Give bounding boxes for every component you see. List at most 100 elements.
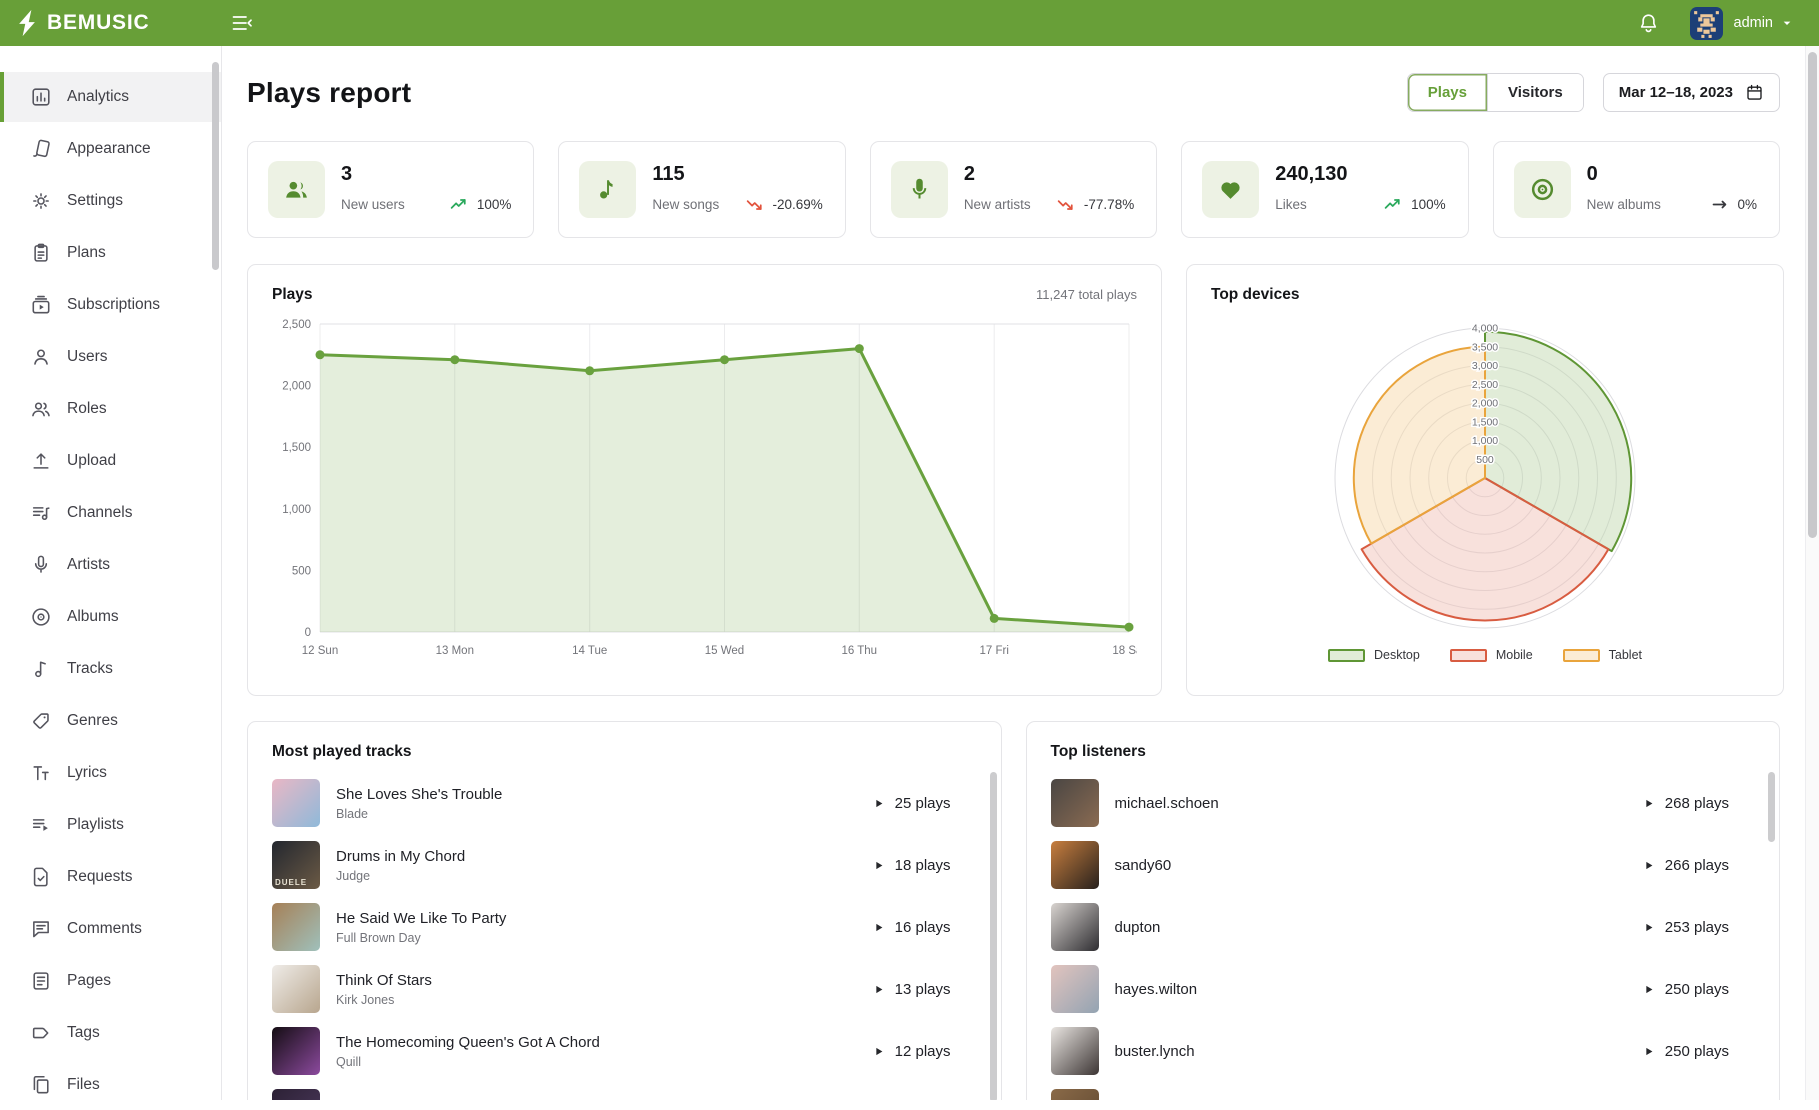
listener-plays: 266 plays <box>1665 857 1729 874</box>
sidebar-item-roles[interactable]: Roles <box>0 384 221 434</box>
stat-card-new-artists: 2 New artists -77.78% <box>870 141 1157 238</box>
sidebar-item-subscriptions[interactable]: Subscriptions <box>0 280 221 330</box>
album-art <box>272 1027 320 1075</box>
trend-flat-icon <box>1710 194 1731 215</box>
listener-row[interactable]: hayes.wilton 250 plays <box>1051 965 1756 1013</box>
track-row[interactable]: Think Of Stars Kirk Jones 13 plays <box>272 965 977 1013</box>
toggle-visitors[interactable]: Visitors <box>1487 74 1583 111</box>
legend-item-tablet[interactable]: Tablet <box>1563 648 1642 662</box>
sidebar-item-label: Appearance <box>67 140 151 158</box>
sidebar-item-comments[interactable]: Comments <box>0 904 221 954</box>
sidebar-item-plans[interactable]: Plans <box>0 228 221 278</box>
sidebar-item-tracks[interactable]: Tracks <box>0 644 221 694</box>
play-icon[interactable] <box>1642 921 1655 934</box>
sidebar-item-appearance[interactable]: Appearance <box>0 124 221 174</box>
channels-icon <box>30 502 52 524</box>
legend-item-desktop[interactable]: Desktop <box>1328 648 1420 662</box>
play-icon[interactable] <box>1642 1045 1655 1058</box>
username[interactable]: admin <box>1734 15 1774 31</box>
caret-down-icon[interactable] <box>1779 15 1795 31</box>
sidebar-item-genres[interactable]: Genres <box>0 696 221 746</box>
svg-text:13 Mon: 13 Mon <box>436 645 474 657</box>
sidebar-scrollbar-thumb[interactable] <box>212 62 219 270</box>
play-icon[interactable] <box>872 983 885 996</box>
listener-row[interactable]: buster.lynch 250 plays <box>1051 1027 1756 1075</box>
listener-row-partial[interactable] <box>1051 1089 1756 1100</box>
page-title: Plays report <box>247 77 411 109</box>
devices-polar-chart: 5001,0001,5002,0002,5003,0003,5004,000 <box>1211 306 1759 646</box>
charts-row: Plays 11,247 total plays 2,5002,0001,500… <box>247 264 1780 696</box>
listener-row[interactable]: sandy60 266 plays <box>1051 841 1756 889</box>
tracks-scrollbar-thumb[interactable] <box>990 772 997 1100</box>
sidebar-item-upload[interactable]: Upload <box>0 436 221 486</box>
play-icon[interactable] <box>1642 797 1655 810</box>
listeners-scrollbar-thumb[interactable] <box>1768 772 1775 842</box>
sidebar-item-settings[interactable]: Settings <box>0 176 221 226</box>
stat-value: 240,130 <box>1275 163 1447 186</box>
sidebar-item-analytics[interactable]: Analytics <box>0 72 221 122</box>
play-icon[interactable] <box>872 1045 885 1058</box>
heart-icon <box>1217 176 1244 203</box>
sidebar-item-channels[interactable]: Channels <box>0 488 221 538</box>
stat-trend-value: -20.69% <box>773 197 823 212</box>
legend-swatch <box>1450 649 1487 662</box>
listener-avatar <box>1051 965 1099 1013</box>
play-icon[interactable] <box>872 921 885 934</box>
tracks-icon <box>30 658 52 680</box>
play-icon[interactable] <box>872 797 885 810</box>
brand-name: BEMUSIC <box>47 11 149 35</box>
svg-text:0: 0 <box>305 627 311 639</box>
sidebar-item-albums[interactable]: Albums <box>0 592 221 642</box>
subscriptions-icon <box>30 294 52 316</box>
page-scrollbar-thumb[interactable] <box>1808 52 1817 538</box>
main-content: Plays report Plays Visitors Mar 12–18, 2… <box>222 46 1805 1100</box>
play-icon[interactable] <box>1642 859 1655 872</box>
play-icon[interactable] <box>1642 983 1655 996</box>
svg-text:500: 500 <box>292 565 311 577</box>
track-row[interactable]: The Homecoming Queen's Got A Chord Quill… <box>272 1027 977 1075</box>
avatar[interactable] <box>1690 7 1723 40</box>
sidebar-item-users[interactable]: Users <box>0 332 221 382</box>
album-art <box>272 779 320 827</box>
trend-up-icon <box>1383 194 1404 215</box>
sidebar-item-artists[interactable]: Artists <box>0 540 221 590</box>
tracks-card-title: Most played tracks <box>272 743 412 761</box>
date-range-button[interactable]: Mar 12–18, 2023 <box>1603 73 1780 112</box>
svg-text:1,000: 1,000 <box>1472 435 1498 447</box>
svg-text:2,000: 2,000 <box>1472 398 1498 410</box>
svg-text:1,500: 1,500 <box>282 442 311 454</box>
listener-row[interactable]: dupton 253 plays <box>1051 903 1756 951</box>
track-row[interactable]: He Said We Like To Party Full Brown Day … <box>272 903 977 951</box>
listener-avatar <box>1051 841 1099 889</box>
stat-label: New albums <box>1587 197 1661 212</box>
sidebar-item-lyrics[interactable]: Lyrics <box>0 748 221 798</box>
svg-text:17 Fri: 17 Fri <box>979 645 1008 657</box>
bell-icon[interactable] <box>1637 12 1660 35</box>
sidebar-item-requests[interactable]: Requests <box>0 852 221 902</box>
play-icon[interactable] <box>872 859 885 872</box>
sidebar: Analytics Appearance Settings Plans Subs… <box>0 46 222 1100</box>
sidebar-item-playlists[interactable]: Playlists <box>0 800 221 850</box>
sidebar-item-pages[interactable]: Pages <box>0 956 221 1006</box>
brand[interactable]: BEMUSIC <box>0 9 218 37</box>
track-row[interactable]: DUELE Drums in My Chord Judge 18 plays <box>272 841 977 889</box>
menu-collapse-icon[interactable] <box>230 11 254 35</box>
legend-item-mobile[interactable]: Mobile <box>1450 648 1533 662</box>
track-row-partial[interactable] <box>272 1089 977 1100</box>
sidebar-item-files[interactable]: Files <box>0 1060 221 1110</box>
sidebar-item-tags[interactable]: Tags <box>0 1008 221 1058</box>
track-artist: Quill <box>336 1055 600 1069</box>
stat-label: New users <box>341 197 405 212</box>
svg-text:2,500: 2,500 <box>1472 379 1498 391</box>
devices-polar-chart-svg: 5001,0001,5002,0002,5003,0003,5004,000 <box>1211 306 1759 646</box>
track-plays: 25 plays <box>895 795 951 812</box>
calendar-icon <box>1745 83 1764 102</box>
users-group-icon <box>283 176 310 203</box>
listener-avatar <box>1051 1027 1099 1075</box>
devices-card-header: Top devices <box>1211 286 1759 304</box>
track-row[interactable]: She Loves She's Trouble Blade 25 plays <box>272 779 977 827</box>
stat-trend-value: 0% <box>1738 197 1758 212</box>
listener-row[interactable]: michael.schoen 268 plays <box>1051 779 1756 827</box>
track-title: Think Of Stars <box>336 972 432 989</box>
toggle-plays[interactable]: Plays <box>1408 74 1487 111</box>
